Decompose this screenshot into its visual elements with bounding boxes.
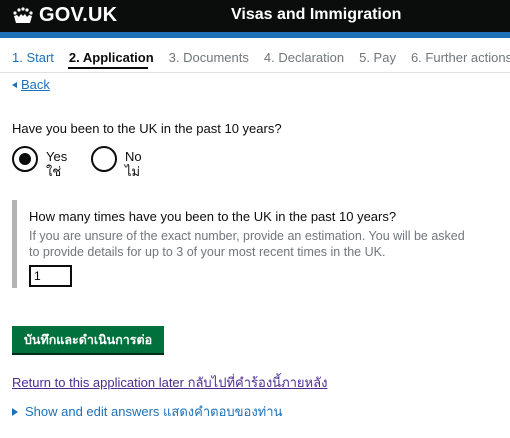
radio-no-circle[interactable] — [91, 146, 117, 172]
radio-no-subtext: ไม่ — [125, 164, 141, 179]
govuk-logo-link[interactable]: GOV.UK — [12, 4, 117, 27]
radio-no-text: No — [125, 149, 142, 164]
progress-steps: 1. Start 2. Application 3. Documents 4. … — [12, 50, 510, 65]
step-application: 2. Application — [68, 50, 154, 65]
times-count-input[interactable] — [29, 265, 72, 287]
radio-yes-circle[interactable] — [12, 146, 38, 172]
crown-icon — [13, 6, 33, 23]
show-edit-answers-label: Show and edit answers แสดงคำตอบของท่าน — [25, 404, 283, 419]
logo-text: GOV.UK — [39, 4, 118, 26]
service-name[interactable]: Visas and Immigration — [231, 6, 401, 24]
times-question-hint: If you are unsure of the exact number, p… — [29, 229, 465, 259]
step-pay: 5. Pay — [359, 50, 396, 65]
back-link-label: Back — [21, 77, 50, 92]
back-link[interactable]: Back — [12, 77, 50, 92]
header-stripe — [0, 32, 510, 38]
expand-arrow-icon — [12, 407, 18, 416]
step-documents: 3. Documents — [168, 50, 249, 65]
steps-divider — [0, 72, 510, 73]
radio-yes-label[interactable]: Yes ใช่ — [46, 146, 67, 179]
return-later-link[interactable]: Return to this application later กลับไปท… — [12, 372, 327, 393]
radio-no[interactable]: No ไม่ — [91, 146, 142, 179]
back-arrow-icon — [12, 81, 17, 88]
times-question-label: How many times have you been to the UK i… — [29, 209, 397, 224]
current-step-underline — [68, 67, 148, 69]
govuk-header: GOV.UK Visas and Immigration — [0, 0, 510, 32]
radio-yes-text: Yes — [46, 149, 68, 164]
radio-yes-subtext: ใช่ — [46, 164, 62, 179]
show-edit-answers-toggle[interactable]: Show and edit answers แสดงคำตอบของท่าน — [12, 401, 282, 422]
step-start[interactable]: 1. Start — [12, 50, 54, 65]
radio-yes[interactable]: Yes ใช่ — [12, 146, 67, 179]
radio-no-label[interactable]: No ไม่ — [125, 146, 142, 179]
step-further-actions: 6. Further actions — [410, 50, 510, 65]
conditional-reveal-border — [12, 200, 17, 288]
step-declaration: 4. Declaration — [263, 50, 345, 65]
save-and-continue-button[interactable]: บันทึกและดำเนินการต่อ — [12, 326, 165, 353]
radio-selected-dot — [19, 153, 31, 165]
question-heading: Have you been to the UK in the past 10 y… — [12, 121, 282, 136]
